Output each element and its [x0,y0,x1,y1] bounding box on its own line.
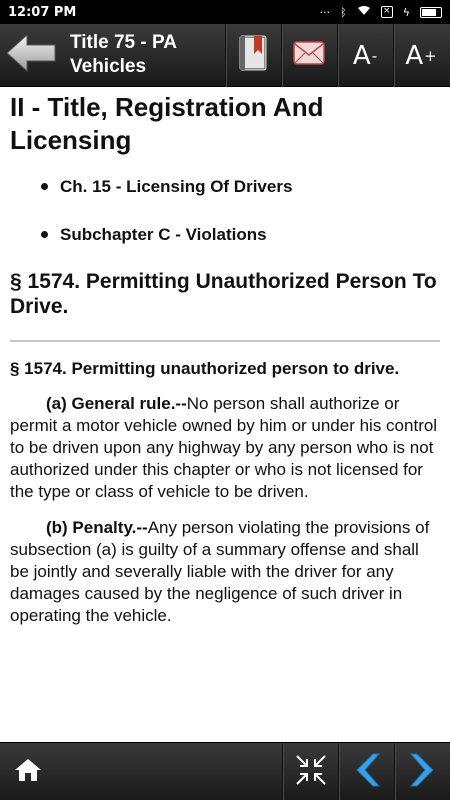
more-dots-icon: ··· [319,5,331,19]
chevron-left-icon [353,752,381,793]
paragraph-general-rule: (a) General rule.--No person shall autho… [10,393,440,503]
bluetooth-icon: ᛒ [340,5,347,19]
home-button[interactable] [0,743,56,800]
divider [10,340,440,342]
back-button[interactable] [0,24,62,87]
top-toolbar: Title 75 - PA Vehicles A- A + [0,24,450,87]
email-envelope-icon [293,40,325,71]
collapse-arrows-icon [294,753,328,792]
section-heading: § 1574. Permitting unauthorized person t… [10,359,400,378]
collapse-button[interactable] [282,743,338,800]
email-button[interactable] [281,24,336,87]
font-decrease-label: A [352,40,371,71]
section-title: § 1574. Permitting Unauthorized Person T… [10,270,437,318]
paragraph-penalty: (b) Penalty.--Any person violating the p… [10,517,440,627]
back-arrow-icon [5,33,57,78]
breadcrumb: Ch. 15 - Licensing Of Drivers Subchapter… [10,176,440,245]
font-increase-mark: + [424,46,437,65]
status-bar: 12:07 PM ··· ᛒ × ϟ [0,0,450,24]
breadcrumb-chapter-link[interactable]: Ch. 15 - Licensing Of Drivers [10,176,440,197]
paragraph-lead: (a) General rule.-- [46,394,187,413]
paragraph-lead: (b) Penalty.-- [46,518,148,537]
battery-icon [420,6,442,18]
charging-icon: ϟ [402,5,410,19]
font-increase-label: A [405,40,424,71]
font-decrease-mark: - [371,46,378,65]
document-content: II - Title, Registration And Licensing C… [0,87,450,742]
previous-button[interactable] [338,743,394,800]
breadcrumb-subchapter-link[interactable]: Subchapter C - Violations [10,224,440,245]
home-icon [13,757,43,788]
font-decrease-button[interactable]: A- [337,24,392,87]
status-time: 12:07 PM [8,4,77,20]
next-button[interactable] [394,743,450,800]
toolbar-title: Title 75 - PA Vehicles [70,32,177,77]
bookmark-button[interactable] [225,24,280,87]
wifi-icon [357,5,371,19]
status-icons: ··· ᛒ × ϟ [320,5,442,19]
chevron-right-icon [409,752,437,793]
font-increase-button[interactable]: A + [393,24,448,87]
page-title: II - Title, Registration And Licensing [10,92,324,155]
bookmark-book-icon [236,34,270,77]
no-sim-icon: × [380,6,393,18]
bottom-toolbar [0,742,450,800]
